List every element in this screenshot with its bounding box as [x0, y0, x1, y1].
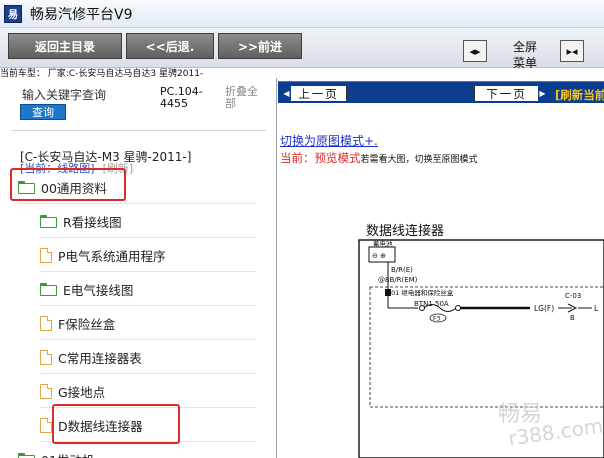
prev-page-label: 上一页 [298, 86, 339, 101]
tree-item-label: C常用连接器表 [58, 351, 142, 366]
connector-pin-label: B [570, 314, 575, 322]
tree-item[interactable]: R看接线图 [40, 206, 256, 238]
tree-item-label: D数据线连接器 [58, 419, 143, 434]
window-title: 畅易汽修平台V9 [30, 6, 133, 23]
tree-item-label: 00通用资料 [41, 181, 107, 196]
svg-text:⊖ ⊕: ⊖ ⊕ [372, 252, 386, 260]
tree-item[interactable]: C常用连接器表 [40, 342, 256, 374]
fullscreen-toggle-button[interactable]: ▸◂ [560, 40, 584, 62]
pc-code-label: PC.104-4455 [160, 85, 203, 110]
preview-mode-line: 当前：预览模式若需看大图，切换至原图模式 [280, 150, 478, 166]
right-arrow-icon: ▶ [538, 86, 547, 101]
divider [12, 130, 266, 131]
file-icon [40, 350, 52, 365]
page-nav-bar: ◀ 上一页 下一页 ▶ [刷新当前 [278, 81, 604, 103]
fuse-id-label: F3 [433, 316, 440, 323]
expand-panel-icon: ◂▸ [469, 44, 481, 58]
current-vehicle-text: 当前车型： 厂家:C-长安马自达马自达3 星骋2011- [0, 69, 204, 78]
document-viewer: ◀ 上一页 下一页 ▶ [刷新当前 切换为原图模式+. 当前：预览模式若需看大图… [278, 78, 604, 458]
wire-label-br-e: B/R(E) [391, 266, 413, 274]
wire-label-br-em: @8B/R(EM) [378, 276, 418, 284]
switch-original-mode-link[interactable]: 切换为原图模式+. [280, 132, 378, 149]
fullscreen-menu-label[interactable]: 全屏 菜单 [500, 39, 550, 71]
menu-label: 菜单 [512, 56, 537, 70]
refresh-current-link[interactable]: [刷新当前 [555, 87, 604, 103]
folder-icon [40, 215, 57, 228]
app-logo-icon: 易 [4, 4, 22, 23]
folder-icon [40, 283, 57, 296]
collapse-all-button[interactable]: 折叠全部 [225, 86, 265, 110]
tree-item-label: P电气系统通用程序 [58, 249, 166, 264]
tree-item-label: 01发动机 [41, 450, 94, 458]
left-navigation-panel: 输入关键字查询 查询 PC.104-4455 折叠全部 [C-长安马自达-M3 … [0, 78, 277, 458]
tree-item[interactable]: G接地点 [40, 376, 256, 408]
tree-item[interactable]: D数据线连接器 [40, 410, 256, 442]
tree-item-label: E电气接线图 [63, 283, 134, 298]
prev-page-button[interactable]: ◀ 上一页 [281, 85, 347, 102]
title-bar: 易 畅易汽修平台V9 [0, 0, 604, 28]
back-button[interactable]: <<后退. [126, 33, 214, 59]
tree-item-label: G接地点 [58, 385, 106, 400]
back-to-home-button[interactable]: 返回主目录 [8, 33, 122, 59]
wire-label-l: L [594, 304, 599, 313]
next-page-button[interactable]: 下一页 ▶ [474, 85, 548, 102]
search-input[interactable]: 输入关键字查询 [22, 86, 106, 103]
file-icon [40, 384, 52, 399]
tree-item[interactable]: 00通用资料 [18, 172, 256, 204]
preview-mode-label: 当前：预览模式 [280, 151, 361, 165]
tree-item[interactable]: E电气接线图 [40, 274, 256, 306]
folder-icon [18, 181, 35, 194]
connector-label: C-03 [565, 292, 581, 300]
forward-button[interactable]: >>前进 [218, 33, 302, 59]
wire-label-lg-f: LG(F) [534, 304, 554, 313]
diagram-title: 数据线连接器 [366, 224, 445, 239]
folder-icon [18, 453, 35, 458]
file-icon [40, 248, 52, 263]
fullscreen-label: 全屏 [512, 40, 537, 54]
battery-label: 蓄电池 [373, 239, 393, 248]
next-page-label: 下一页 [486, 86, 527, 101]
tree-item-label: F保险丝盒 [58, 317, 116, 332]
tree-item[interactable]: F保险丝盒 [40, 308, 256, 340]
collapse-panel-icon: ▸◂ [566, 44, 578, 58]
search-button[interactable]: 查询 [20, 104, 66, 120]
tree-item[interactable]: 01发动机 [18, 444, 256, 458]
panel-toggle-button[interactable]: ◂▸ [463, 40, 487, 62]
left-arrow-icon: ◀ [282, 86, 291, 101]
tree-item[interactable]: P电气系统通用程序 [40, 240, 256, 272]
preview-mode-note: 若需看大图，切换至原图模式 [360, 155, 478, 165]
toolbar: 返回主目录 <<后退. >>前进 ◂▸ 全屏 菜单 ▸◂ [0, 28, 604, 71]
tree-item-label: R看接线图 [63, 215, 122, 230]
file-icon [40, 316, 52, 331]
file-icon [40, 418, 52, 433]
relay-box-label: F-01 继电器和保险丝盒 [385, 288, 454, 297]
